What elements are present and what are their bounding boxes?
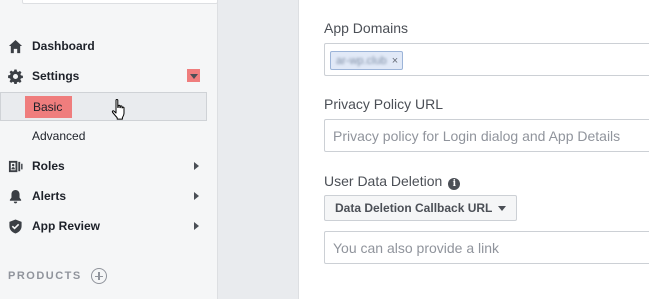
sidebar-item-app-review[interactable]: App Review [0, 212, 218, 240]
app-domains-field[interactable]: ar-wp.club × [324, 43, 649, 76]
sidebar-item-label: Alerts [32, 189, 67, 203]
sidebar: Dashboard Settings Basic Advanced Roles … [0, 0, 218, 299]
sidebar-subitem-basic[interactable]: Basic [0, 92, 207, 121]
info-icon[interactable]: i [448, 178, 461, 190]
user-data-deletion-text: User Data Deletion [324, 173, 443, 189]
add-product-icon[interactable] [90, 268, 107, 284]
data-deletion-type-dropdown[interactable]: Data Deletion Callback URL [324, 195, 518, 221]
sidebar-item-label: Settings [32, 69, 80, 83]
gear-icon [7, 68, 23, 84]
data-deletion-link-input[interactable]: You can also provide a link [324, 231, 649, 264]
hand-pointer-cursor-icon [111, 98, 125, 120]
app-domains-label: App Domains [324, 20, 409, 36]
basic-settings-card: App Domains ar-wp.club × Privacy Policy … [298, 0, 649, 299]
sidebar-item-roles[interactable]: Roles [0, 152, 218, 180]
user-data-deletion-label: User Data Deletion i [324, 173, 461, 190]
sidebar-subitem-label: Basic [25, 95, 73, 118]
sidebar-item-label: App Review [32, 219, 101, 233]
chevron-right-icon [194, 192, 199, 200]
remove-token-icon[interactable]: × [392, 55, 398, 67]
chevron-down-icon [189, 73, 198, 79]
chevron-down-icon [498, 206, 507, 211]
sidebar-subitem-advanced[interactable]: Advanced [0, 122, 218, 150]
home-icon [7, 38, 23, 54]
products-label: PRODUCTS [8, 270, 82, 282]
sidebar-item-settings[interactable]: Settings [0, 62, 218, 90]
domain-token-text: ar-wp.club [336, 54, 387, 67]
shield-check-icon [7, 218, 23, 234]
domain-token: ar-wp.club × [330, 51, 404, 70]
sidebar-top-card [22, 0, 218, 4]
privacy-policy-label: Privacy Policy URL [324, 96, 444, 112]
products-section-header: PRODUCTS [8, 268, 107, 284]
sidebar-item-label: Dashboard [32, 39, 95, 53]
chevron-right-icon [194, 162, 199, 170]
sidebar-item-dashboard[interactable]: Dashboard [0, 32, 218, 60]
user-badge-icon [7, 158, 23, 174]
privacy-policy-input[interactable]: Privacy policy for Login dialog and App … [324, 119, 649, 152]
settings-collapse-toggle[interactable] [187, 69, 200, 82]
bell-icon [7, 188, 23, 204]
sidebar-item-label: Roles [32, 159, 65, 173]
sidebar-item-alerts[interactable]: Alerts [0, 182, 218, 210]
sidebar-subitem-label: Advanced [32, 129, 86, 143]
chevron-right-icon [194, 222, 199, 230]
dropdown-label: Data Deletion Callback URL [335, 201, 493, 215]
